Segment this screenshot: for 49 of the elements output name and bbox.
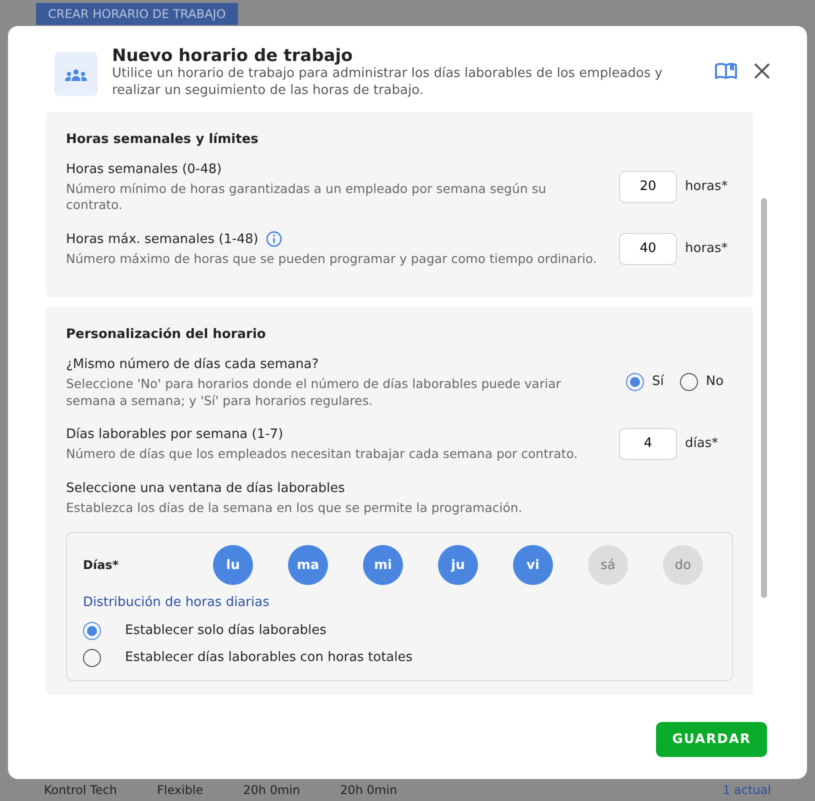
- create-schedule-button[interactable]: CREAR HORARIO DE TRABAJO: [36, 3, 238, 25]
- info-icon[interactable]: [266, 231, 282, 248]
- table-cell-text: 1 actual: [722, 782, 771, 799]
- table-cell-text: Flexible: [156, 782, 204, 799]
- day-toggle[interactable]: vi: [513, 545, 553, 586]
- unit-label: horas*: [685, 178, 729, 196]
- field-description: Número de días que los empleados necesitan trabajar cada semana por contrato.: [66, 446, 579, 463]
- save-button[interactable]: GUARDAR: [656, 722, 767, 757]
- radio-button[interactable]: [83, 622, 101, 640]
- day-toggle[interactable]: lu: [213, 545, 253, 586]
- option-label: Establecer días laborables con horas totales: [125, 649, 413, 668]
- number-field[interactable]: 20: [619, 170, 677, 203]
- scrollbar-thumb[interactable]: [761, 198, 767, 598]
- dialog-title: Nuevo horario de trabajo: [112, 46, 354, 66]
- option-label: Sí: [652, 373, 664, 392]
- field-description: Número mínimo de horas garantizadas a un empleado por semana según su contrato.: [66, 181, 548, 214]
- field-label: Días*: [83, 557, 120, 574]
- field-label: Seleccione una ventana de días laborables: [66, 480, 345, 498]
- field-label: Días laborables por semana (1-7): [66, 426, 284, 444]
- unit-label: días*: [685, 435, 720, 454]
- number-field[interactable]: 40: [619, 232, 677, 265]
- radio-button[interactable]: [680, 372, 698, 391]
- field-description: Seleccione 'No' para horarios donde el número de días laborables puede variar semana a semana; y 'Sí' para horarios regulares.: [66, 376, 562, 409]
- table-cell-text: 20h 0min: [243, 782, 300, 799]
- day-toggle[interactable]: sá: [588, 545, 628, 586]
- table-cell-text: Kontrol Tech: [44, 782, 117, 799]
- close-icon[interactable]: [753, 62, 771, 80]
- unit-label: horas*: [685, 240, 729, 258]
- field-label: Horas máx. semanales (1-48): [66, 230, 258, 249]
- section-title: Personalización del horario: [66, 326, 267, 344]
- people-icon: [54, 52, 98, 96]
- field-description: Número máximo de horas que se pueden programar y pagar como tiempo ordinario.: [66, 251, 598, 268]
- number-field[interactable]: 4: [619, 428, 677, 460]
- book-icon[interactable]: [715, 62, 737, 80]
- day-toggle[interactable]: ma: [288, 545, 328, 586]
- radio-button[interactable]: [626, 372, 644, 391]
- day-toggle[interactable]: do: [663, 545, 703, 586]
- option-label: Establecer solo días laborables: [125, 622, 326, 640]
- day-toggle[interactable]: ju: [438, 545, 478, 586]
- field-label: ¿Mismo número de días cada semana?: [66, 356, 319, 374]
- field-description: Establezca los días de la semana en los que se permite la programación.: [66, 500, 524, 516]
- radio-button[interactable]: [83, 649, 101, 668]
- table-cell-text: 20h 0min: [340, 782, 398, 799]
- day-toggle[interactable]: mi: [363, 545, 403, 586]
- section-subtitle: Distribución de horas diarias: [83, 594, 270, 612]
- dialog-description: Utilice un horario de trabajo para administrar los días laborables de los empleados y realizar un seguimiento de las horas de trabajo.: [112, 66, 664, 100]
- field-label: Horas semanales (0-48): [66, 160, 222, 179]
- option-label: No: [706, 373, 724, 392]
- section-title: Horas semanales y límites: [66, 131, 260, 150]
